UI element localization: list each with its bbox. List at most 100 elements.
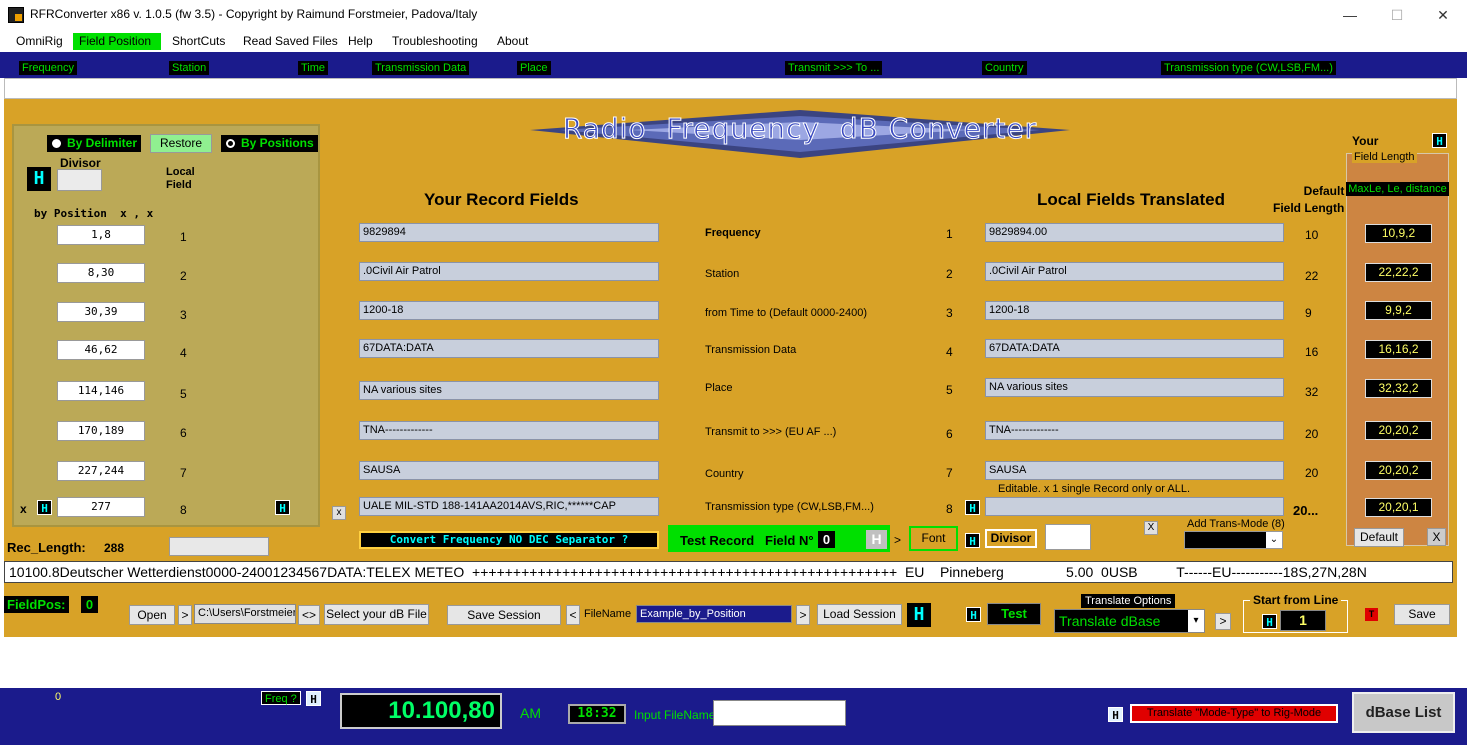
minimize-button[interactable]: — [1327, 0, 1373, 30]
default-length: 22 [1305, 269, 1319, 283]
save-button[interactable]: Save [1394, 604, 1450, 625]
menu-omnirig[interactable]: OmniRig [10, 33, 69, 50]
help-h-button-small[interactable]: H [37, 500, 52, 515]
maxle-value-4[interactable]: 16,16,2 [1365, 340, 1432, 359]
local-field-2[interactable]: .0Civil Air Patrol [985, 262, 1284, 281]
help-h-button-disabled[interactable]: H [866, 530, 887, 549]
divisor-button[interactable]: Divisor [985, 529, 1037, 548]
title-bar: RFRConverter x86 v. 1.0.5 (fw 3.5) - Cop… [0, 0, 1467, 30]
default-button[interactable]: Default [1354, 528, 1404, 547]
field-name-7: Country [705, 468, 744, 480]
menu-read-saved-files[interactable]: Read Saved Files [237, 33, 344, 50]
open-button[interactable]: Open [129, 605, 175, 625]
record-field-6[interactable]: TNA------------- [359, 421, 659, 440]
maxle-value-6[interactable]: 20,20,2 [1365, 421, 1432, 440]
save-session-button[interactable]: Save Session [447, 605, 561, 625]
translate-arrow-button[interactable]: > [1215, 613, 1231, 630]
menu-field-position[interactable]: Field Position [73, 33, 161, 50]
filename-field[interactable]: Example_by_Position [636, 605, 792, 623]
divisor-value-input[interactable] [1045, 524, 1091, 550]
help-h-button-small[interactable]: H [1262, 614, 1277, 629]
record-field-4[interactable]: 67DATA:DATA [359, 339, 659, 358]
maximize-button[interactable]: ☐ [1374, 0, 1420, 30]
by-delimiter-radio[interactable]: By Delimiter [47, 135, 142, 152]
by-positions-radio[interactable]: By Positions [221, 135, 318, 152]
select-db-file-button[interactable]: Select your dB File [324, 604, 429, 625]
top-text-strip[interactable] [4, 78, 1457, 99]
position-input-3[interactable]: 30,39 [57, 302, 145, 322]
local-field-index: 4 [180, 346, 187, 360]
trans-mode-select[interactable]: ⌄ [1184, 531, 1283, 549]
font-button[interactable]: Font [909, 526, 958, 551]
clear-x-button[interactable]: X [1144, 521, 1158, 535]
help-h-button[interactable]: H [907, 603, 931, 627]
maxle-value-8[interactable]: 20,20,1 [1365, 498, 1432, 517]
record-field-3[interactable]: 1200-18 [359, 301, 659, 320]
help-h-button-small[interactable]: H [306, 691, 321, 706]
record-field-1[interactable]: 9829894 [359, 223, 659, 242]
load-session-button[interactable]: Load Session [817, 604, 902, 625]
help-h-button[interactable]: H [27, 167, 51, 191]
help-h-button-small[interactable]: H [965, 500, 980, 515]
prev-arrow-button[interactable]: < [566, 605, 580, 625]
t-button[interactable]: T [1365, 608, 1378, 621]
position-input-2[interactable]: 8,30 [57, 263, 145, 283]
close-x-button[interactable]: X [1427, 528, 1446, 546]
menu-shortcuts[interactable]: ShortCuts [166, 33, 231, 50]
help-h-button-small[interactable]: H [1108, 707, 1123, 722]
record-field-8[interactable]: UALE MIL-STD 188-141AA2014AVS,RIC,******… [359, 497, 659, 516]
by-position-header: by Position x , x [34, 207, 154, 220]
dbase-list-button[interactable]: dBase List [1352, 692, 1455, 733]
maxle-value-7[interactable]: 20,20,2 [1365, 461, 1432, 480]
local-field-5[interactable]: NA various sites [985, 378, 1284, 397]
field-n-value[interactable]: 0 [818, 531, 835, 548]
output-record-line[interactable]: 10100.8Deutscher Wetterdienst0000-240012… [4, 561, 1453, 583]
test-button[interactable]: Test [987, 603, 1041, 625]
local-field-1[interactable]: 9829894.00 [985, 223, 1284, 242]
local-field-7[interactable]: SAUSA [985, 461, 1284, 480]
restore-button[interactable]: Restore [150, 134, 212, 153]
record-field-2[interactable]: .0Civil Air Patrol [359, 262, 659, 281]
position-input-5[interactable]: 114,146 [57, 381, 145, 401]
help-h-button-small[interactable]: H [965, 533, 980, 548]
convert-frequency-button[interactable]: Convert Frequency NO DEC Separator ? [359, 531, 659, 549]
position-input-4[interactable]: 46,62 [57, 340, 145, 360]
help-h-button-small[interactable]: H [966, 607, 981, 622]
input-filename-label: Input FileName [634, 708, 716, 722]
tag-country: Country [982, 61, 1027, 75]
maxle-value-5[interactable]: 32,32,2 [1365, 379, 1432, 398]
left-x-marker[interactable]: x [20, 502, 27, 516]
maxle-value-2[interactable]: 22,22,2 [1365, 263, 1432, 282]
freq-query-button[interactable]: Freq ? [261, 691, 301, 705]
help-h-button-small[interactable]: H [275, 500, 290, 515]
translate-dropdown[interactable]: Translate dBase ▾ [1054, 609, 1205, 633]
divisor-input[interactable] [57, 169, 102, 191]
swap-button[interactable]: <> [298, 605, 320, 625]
menu-about[interactable]: About [491, 33, 534, 50]
local-field-4[interactable]: 67DATA:DATA [985, 339, 1284, 358]
start-line-input[interactable]: 1 [1280, 610, 1326, 631]
input-filename-field[interactable] [713, 700, 846, 726]
maxle-value-3[interactable]: 9,9,2 [1365, 301, 1432, 320]
local-field-8[interactable] [985, 497, 1284, 516]
position-input-7[interactable]: 227,244 [57, 461, 145, 481]
menu-troubleshooting[interactable]: Troubleshooting [386, 33, 484, 50]
path-field[interactable]: C:\Users\Forstmeier [194, 604, 296, 624]
maxle-value-1[interactable]: 10,9,2 [1365, 224, 1432, 243]
rec-length-input[interactable] [169, 537, 269, 556]
position-input-8[interactable]: 277 [57, 497, 145, 517]
next-arrow-button[interactable]: > [796, 605, 810, 625]
help-h-button-small[interactable]: H [1432, 133, 1447, 148]
record-field-5[interactable]: NA various sites [359, 381, 659, 400]
close-button[interactable]: ✕ [1420, 0, 1466, 30]
translate-mode-button[interactable]: Translate "Mode-Type" to Rig-Mode [1130, 704, 1338, 723]
position-input-6[interactable]: 170,189 [57, 421, 145, 441]
record-field-7[interactable]: SAUSA [359, 461, 659, 480]
path-arrow-button[interactable]: > [178, 605, 192, 625]
local-field-6[interactable]: TNA------------- [985, 421, 1284, 440]
menu-help[interactable]: Help [342, 33, 379, 50]
clear-x-button[interactable]: x [332, 506, 346, 520]
next-arrow[interactable]: > [894, 533, 901, 547]
position-input-1[interactable]: 1,8 [57, 225, 145, 245]
local-field-3[interactable]: 1200-18 [985, 301, 1284, 320]
